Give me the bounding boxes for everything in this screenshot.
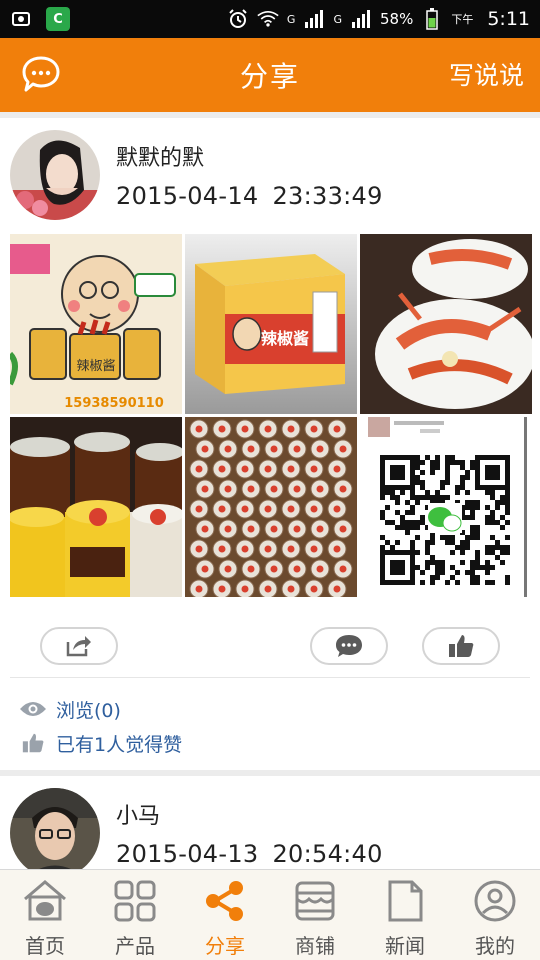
nav-label: 分享 <box>205 934 245 958</box>
nav-item-me[interactable]: 我的 <box>450 870 540 960</box>
app-header: 分享 写说说 <box>0 38 540 112</box>
post-card: 默默的默 2015-04-14 23:33:49 辣椒酱 15938590110… <box>0 118 540 770</box>
signal-icon-2 <box>350 8 372 30</box>
battery-percent: 58% <box>379 10 414 28</box>
photo-phone-text: 15938590110 <box>64 396 164 411</box>
avatar[interactable] <box>10 788 100 869</box>
avatar[interactable] <box>10 130 100 220</box>
post-header: 小马 2015-04-13 20:54:40 <box>0 776 540 869</box>
post-timestamp: 2015-04-13 20:54:40 <box>116 840 383 868</box>
signal-type-label: G <box>286 12 296 26</box>
nav-item-products[interactable]: 产品 <box>90 870 180 960</box>
post-author-name[interactable]: 默默的默 <box>116 140 383 172</box>
grid-icon <box>112 878 158 924</box>
shop-icon <box>292 878 338 924</box>
nav-label: 首页 <box>25 934 65 958</box>
share-feed[interactable]: 默默的默 2015-04-14 23:33:49 辣椒酱 15938590110… <box>0 112 540 869</box>
profile-icon <box>472 878 518 924</box>
photo-brand-text: 辣椒酱 <box>76 359 115 374</box>
home-icon <box>22 878 68 924</box>
wifi-icon <box>257 8 279 30</box>
photo-grid: 辣椒酱 15938590110 辣椒酱 <box>0 234 540 597</box>
post-stats: 浏览(0) 已有1人觉得赞 <box>0 678 540 770</box>
signal-icon <box>303 8 325 30</box>
nav-item-share[interactable]: 分享 <box>180 870 270 960</box>
post-date: 2015-04-14 <box>116 182 259 210</box>
nav-label: 产品 <box>115 934 155 958</box>
photo-thumbnail[interactable] <box>185 417 357 597</box>
bottom-nav: 首页 产品 分享 商铺 新闻 我的 <box>0 869 540 960</box>
page-title: 分享 <box>239 60 300 93</box>
nav-label: 新闻 <box>385 934 425 958</box>
photo-thumbnail[interactable] <box>360 417 532 597</box>
clock: 5:11 <box>487 8 530 30</box>
post-card: 小马 2015-04-13 20:54:40 <box>0 776 540 869</box>
compose-post-button[interactable]: 写说说 <box>449 56 524 92</box>
post-date: 2015-04-13 <box>116 840 259 868</box>
share-icon <box>202 878 248 924</box>
share-button[interactable] <box>40 627 118 665</box>
thumbs-up-icon <box>449 635 474 657</box>
likes-row: 已有1人觉得赞 <box>18 726 522 760</box>
photo-thumbnail[interactable] <box>10 417 182 597</box>
post-header: 默默的默 2015-04-14 23:33:49 <box>0 118 540 230</box>
news-icon <box>382 878 428 924</box>
alarm-icon <box>227 8 249 30</box>
battery-icon <box>421 8 443 30</box>
nav-label: 商铺 <box>295 934 335 958</box>
photo-brand-text: 辣椒酱 <box>261 329 309 348</box>
photo-thumbnail[interactable]: 辣椒酱 <box>185 234 357 414</box>
like-button[interactable] <box>422 627 500 665</box>
chat-button[interactable] <box>20 54 62 96</box>
status-bar: C G G 58% 下午 5:11 <box>0 0 540 38</box>
photo-thumbnail[interactable]: 辣椒酱 15938590110 <box>10 234 182 414</box>
post-author-name[interactable]: 小马 <box>116 798 383 830</box>
comment-icon <box>336 635 362 657</box>
post-time: 20:54:40 <box>272 840 383 868</box>
views-row: 浏览(0) <box>18 692 522 726</box>
photo-thumbnail[interactable] <box>360 234 532 414</box>
nav-item-shop[interactable]: 商铺 <box>270 870 360 960</box>
eye-icon <box>18 698 48 720</box>
share-arrow-icon <box>66 636 91 657</box>
views-count[interactable]: 浏览(0) <box>56 696 121 723</box>
likes-count[interactable]: 已有1人觉得赞 <box>56 730 182 757</box>
thumbs-up-small-icon <box>18 732 48 754</box>
chat-bubble-icon <box>22 56 60 92</box>
comment-button[interactable] <box>310 627 388 665</box>
ampm-label: 下午 <box>451 13 474 26</box>
nav-item-news[interactable]: 新闻 <box>360 870 450 960</box>
app-c-icon: C <box>46 7 70 31</box>
post-time: 23:33:49 <box>272 182 383 210</box>
post-actions <box>10 597 530 678</box>
post-timestamp: 2015-04-14 23:33:49 <box>116 182 383 210</box>
screenshot-icon <box>10 8 32 30</box>
nav-label: 我的 <box>475 934 515 958</box>
signal-type-label-2: G <box>333 12 342 26</box>
nav-item-home[interactable]: 首页 <box>0 870 90 960</box>
